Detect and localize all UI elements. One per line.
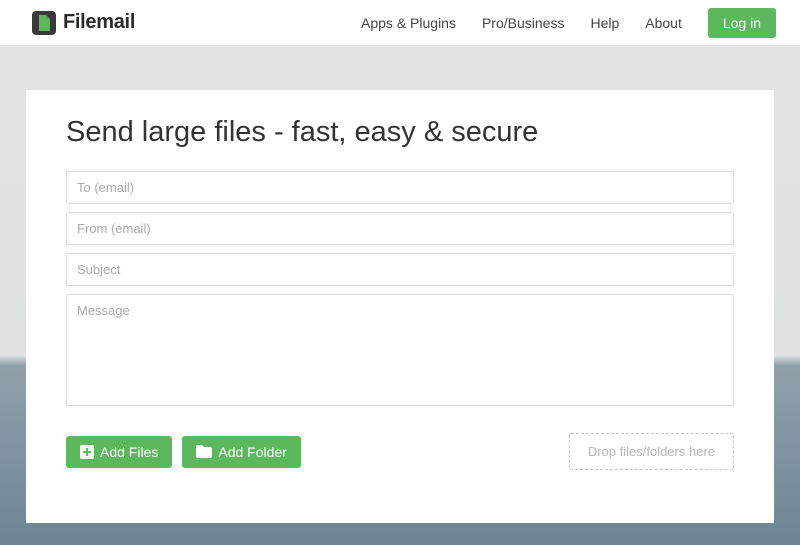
- page-title: Send large files - fast, easy & secure: [66, 116, 734, 149]
- to-email-field[interactable]: [66, 171, 734, 204]
- add-folder-button[interactable]: Add Folder: [182, 436, 300, 468]
- add-files-button[interactable]: Add Files: [66, 436, 172, 468]
- top-nav: Apps & Plugins Pro/Business Help About L…: [361, 8, 776, 38]
- login-button[interactable]: Log in: [708, 8, 776, 38]
- add-folder-label: Add Folder: [218, 444, 286, 460]
- nav-pro-business[interactable]: Pro/Business: [482, 15, 564, 31]
- brand-name: Filemail: [63, 11, 135, 34]
- nav-help[interactable]: Help: [590, 15, 619, 31]
- brand[interactable]: Filemail: [32, 11, 135, 35]
- subject-field[interactable]: [66, 253, 734, 286]
- nav-about[interactable]: About: [645, 15, 682, 31]
- header: Filemail Apps & Plugins Pro/Business Hel…: [0, 0, 800, 46]
- drop-zone[interactable]: Drop files/folders here: [569, 433, 734, 470]
- add-files-label: Add Files: [100, 444, 158, 460]
- message-field[interactable]: [66, 294, 734, 406]
- plus-icon: [80, 445, 94, 459]
- from-email-field[interactable]: [66, 212, 734, 245]
- nav-apps-plugins[interactable]: Apps & Plugins: [361, 15, 456, 31]
- actions-row: Add Files Add Folder Drop files/folders …: [66, 433, 734, 470]
- folder-icon: [196, 445, 212, 458]
- filemail-logo-icon: [32, 11, 56, 35]
- send-card: Send large files - fast, easy & secure A…: [26, 90, 774, 523]
